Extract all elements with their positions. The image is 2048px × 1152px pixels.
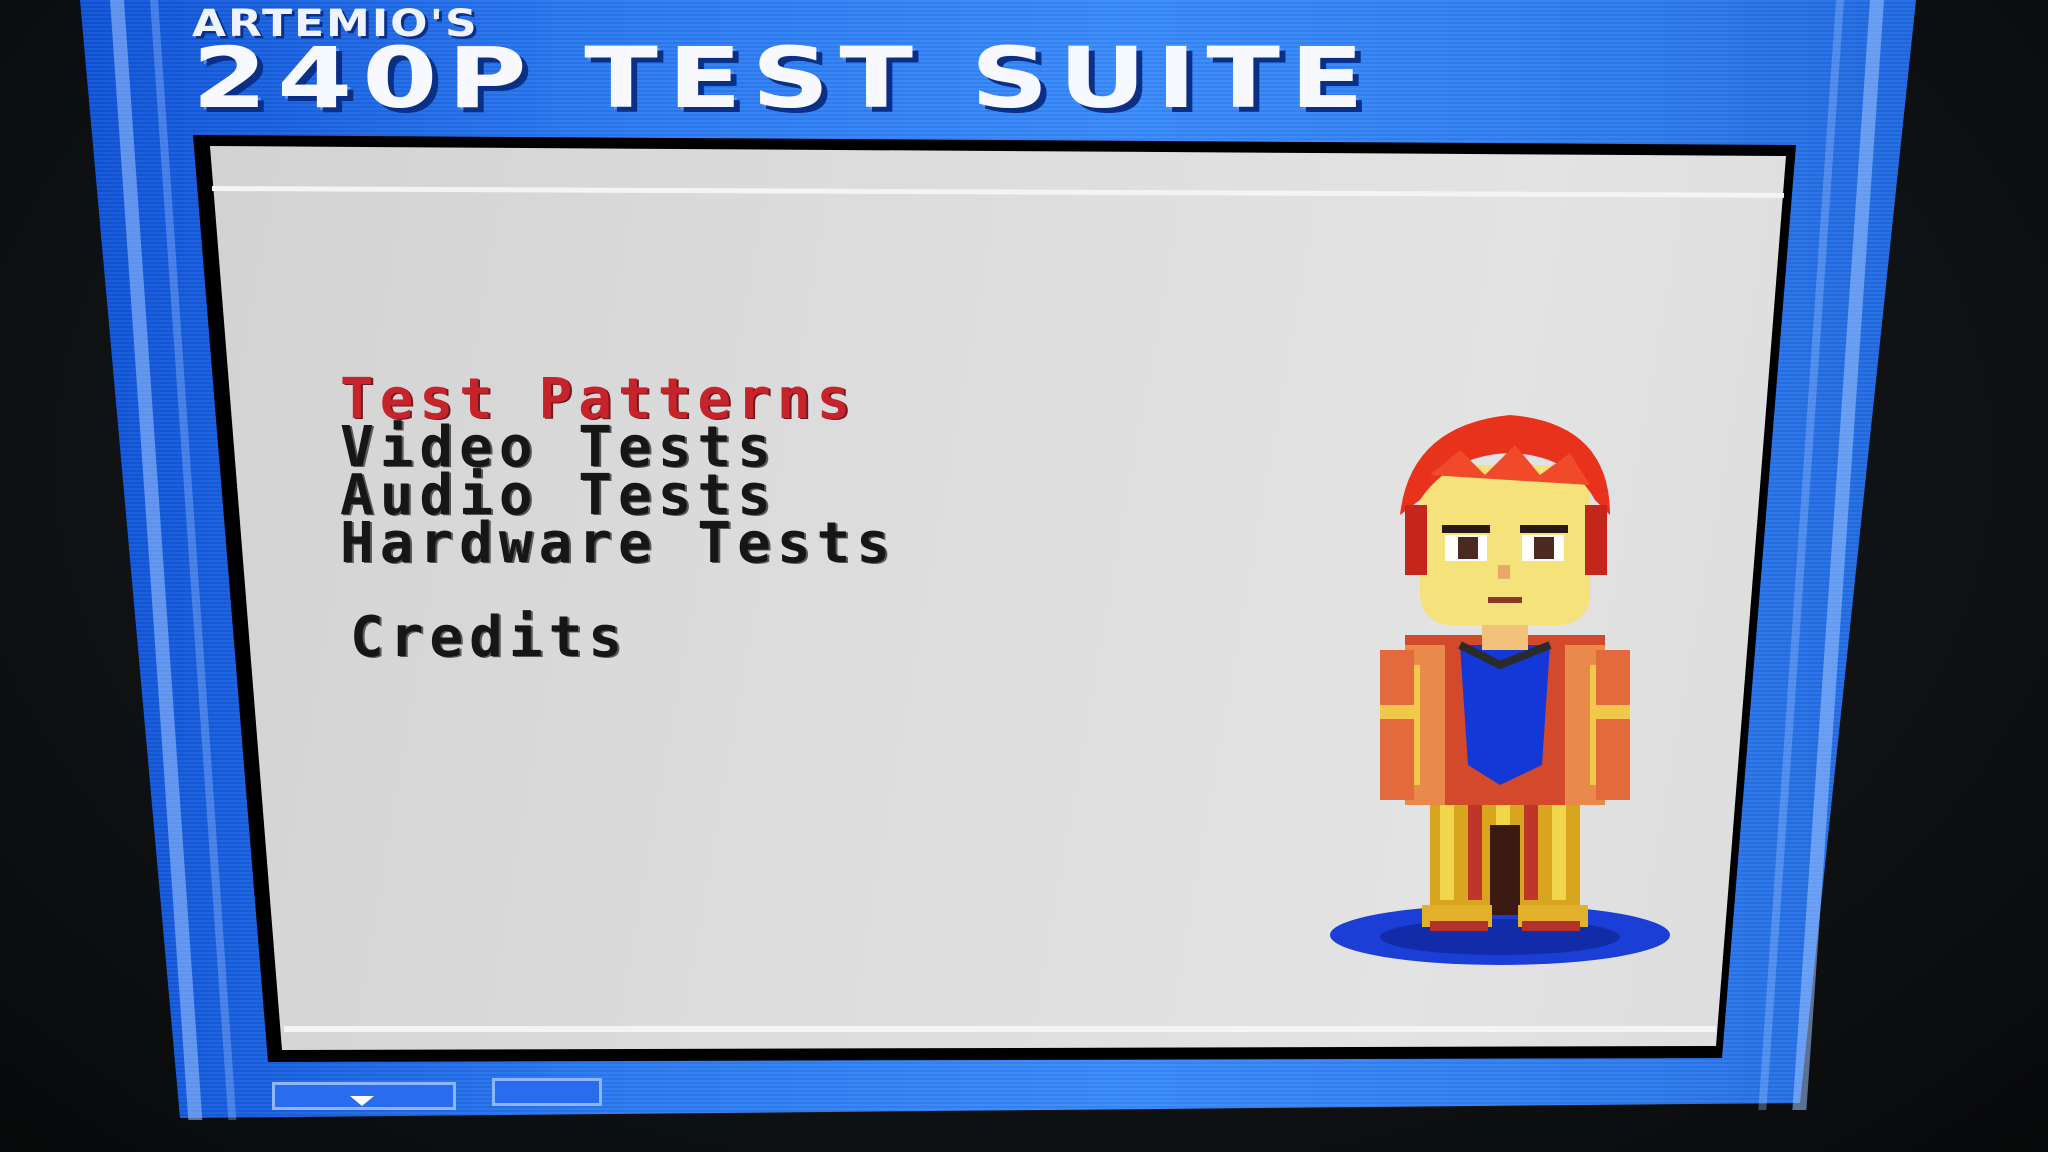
bottom-tab-right (492, 1078, 602, 1106)
title-logo: 240P TEST SUITE (192, 30, 1374, 128)
menu-item-hardware-tests[interactable]: Hardware Tests (340, 516, 896, 572)
character-sprite (1330, 415, 1670, 965)
chevron-down-icon (350, 1096, 374, 1106)
main-menu: Test Patterns Video Tests Audio Tests Ha… (340, 372, 896, 666)
panel-bottom-line (284, 1026, 1716, 1032)
menu-item-credits[interactable]: Credits (350, 610, 896, 666)
